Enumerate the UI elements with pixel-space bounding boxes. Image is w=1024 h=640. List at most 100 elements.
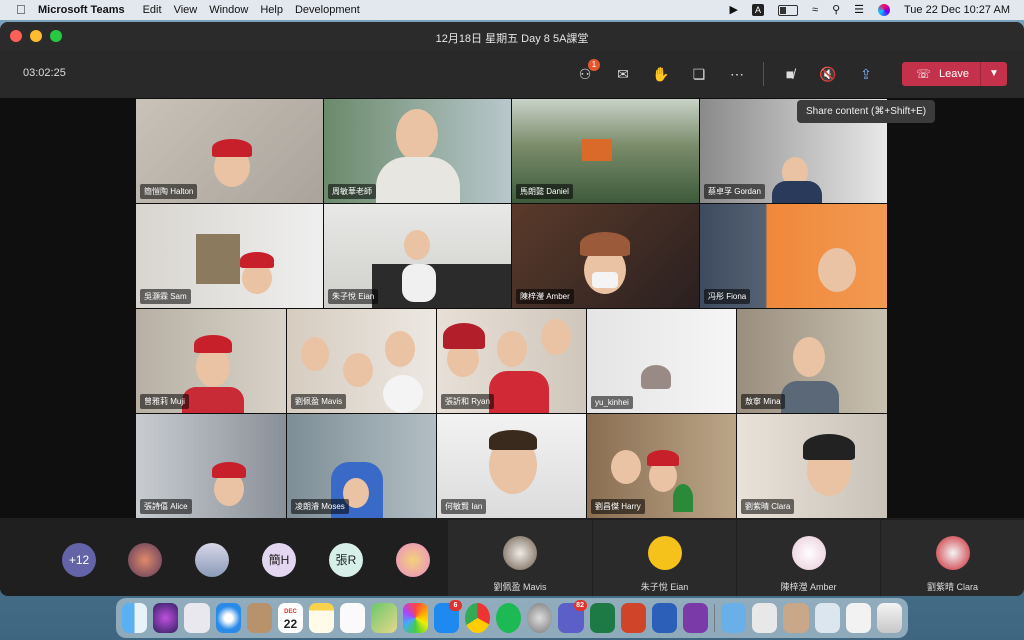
video-tile[interactable]: 張訢和 Ryan [437, 309, 586, 413]
participant-avatar[interactable]: 張R [329, 543, 363, 577]
video-tile[interactable]: 朱子悅 Eian [324, 204, 511, 308]
folder-icon[interactable] [721, 603, 747, 633]
participant-avatar [935, 536, 970, 570]
participants-badge: 1 [588, 59, 600, 71]
participant-name: 劉紫晴 Clara [926, 582, 978, 592]
menu-window[interactable]: Window [209, 4, 248, 16]
video-tile[interactable]: 冯彤 Fiona [700, 204, 887, 308]
photos-icon[interactable] [402, 603, 428, 633]
video-tile[interactable]: 何敏賢 Ian [437, 414, 586, 518]
menubar-clock[interactable]: Tue 22 Dec 10:27 AM [904, 4, 1010, 16]
finder-icon[interactable] [122, 603, 148, 633]
wifi-icon[interactable]: ≈ [812, 3, 818, 17]
system-preferences-icon[interactable] [527, 603, 553, 633]
menu-edit[interactable]: Edit [143, 4, 162, 16]
recent-window-icon[interactable] [814, 603, 840, 633]
participant-strip: +12 簡H 張R 劉佩盈 Mavis 朱子悅 Eian 陳梓瀅 Amber 劉… [0, 520, 1024, 596]
participant-avatar [791, 536, 826, 570]
video-tile[interactable]: 劉昌傑 Harry [587, 414, 736, 518]
camera-off-icon: ■̸ [785, 66, 795, 82]
participant-avatar[interactable]: 簡H [262, 543, 296, 577]
participant-avatar[interactable] [195, 543, 229, 577]
more-actions-button[interactable]: ⋯ [725, 62, 749, 86]
window-titlebar: 12月18日 星期五 Day 8 5A課堂 [0, 22, 1024, 50]
powerpoint-icon[interactable] [620, 603, 646, 633]
participant-name: 凌朗濬 Moses [291, 499, 349, 514]
recent-file-icon[interactable] [845, 603, 871, 633]
pinned-participant[interactable]: 劉佩盈 Mavis [448, 520, 592, 596]
app-store-icon[interactable]: 6 [433, 600, 462, 633]
spotify-icon[interactable] [496, 603, 522, 633]
leave-options-chevron-icon[interactable]: ▼ [980, 62, 1007, 86]
leave-label: Leave [939, 68, 969, 80]
video-tile[interactable]: 敖寧 Mina [737, 309, 887, 413]
apple-icon[interactable]:  [16, 3, 30, 17]
share-content-button[interactable]: ⇪ [854, 62, 878, 86]
calendar-icon[interactable]: DEC 22 [277, 603, 304, 633]
share-tray-icon: ⇪ [860, 66, 872, 82]
video-tile[interactable]: 曾雅莉 Muji [136, 309, 286, 413]
siri-app-icon[interactable] [153, 603, 179, 633]
meeting-controls-bar: 03:02:25 ⚇ 1 ✉ ✋ ❏ ⋯ ■̸ 🔇 ⇪ ☏ Leave ▼ [0, 50, 1024, 98]
mic-toggle-button[interactable]: 🔇 [816, 62, 840, 86]
calendar-month: DEC [284, 609, 297, 615]
recent-image-icon[interactable] [783, 603, 809, 633]
video-tile[interactable]: 張詩僖 Alice [136, 414, 286, 518]
video-tile[interactable]: 陳梓瀅 Amber [512, 204, 699, 308]
input-source-icon[interactable]: A [752, 4, 765, 16]
siri-icon[interactable] [878, 4, 890, 16]
chat-button[interactable]: ✉ [611, 62, 635, 86]
spotlight-search-icon[interactable]: ⚲ [832, 3, 840, 17]
menu-development[interactable]: Development [295, 4, 360, 16]
video-tile[interactable]: 簡愷陶 Halton [136, 99, 323, 203]
teams-icon[interactable]: 82 [558, 600, 587, 633]
camera-toggle-button[interactable]: ■̸ [778, 62, 802, 86]
video-tile[interactable]: 凌朗濬 Moses [287, 414, 436, 518]
overflow-participants-button[interactable]: +12 [62, 543, 96, 577]
trash-icon[interactable] [876, 603, 903, 633]
participant-name: 陳梓瀅 Amber [780, 582, 837, 592]
participant-name: 吳灝霖 Sam [140, 289, 191, 304]
control-center-icon[interactable]: ☰ [854, 3, 864, 17]
reminders-icon[interactable] [340, 603, 366, 633]
participants-button[interactable]: ⚇ 1 [573, 59, 600, 86]
word-icon[interactable] [651, 603, 678, 633]
leave-button[interactable]: ☏ Leave ▼ [902, 62, 1007, 86]
video-tile[interactable]: yu_kinhei [587, 309, 736, 413]
participant-avatar[interactable] [128, 543, 162, 577]
menu-app-name[interactable]: Microsoft Teams [38, 4, 125, 16]
video-tile[interactable]: 劉佩盈 Mavis [287, 309, 436, 413]
pinned-participant[interactable]: 朱子悅 Eian [593, 520, 736, 596]
menu-help[interactable]: Help [260, 4, 283, 16]
participant-name: 曾雅莉 Muji [140, 394, 189, 409]
recent-document-icon[interactable] [752, 603, 778, 633]
onenote-icon[interactable] [683, 603, 709, 633]
participant-avatar [647, 536, 682, 570]
participant-name: 敖寧 Mina [741, 394, 785, 409]
maps-icon[interactable] [371, 603, 397, 633]
menu-view[interactable]: View [174, 4, 198, 16]
participant-name: 劉佩盈 Mavis [493, 582, 547, 592]
media-play-icon[interactable]: ▶ [730, 3, 738, 17]
pinned-participant[interactable]: 劉紫晴 Clara [881, 520, 1024, 596]
launchpad-icon[interactable] [184, 603, 210, 633]
chrome-icon[interactable] [464, 603, 491, 633]
participant-avatar[interactable] [396, 543, 430, 577]
raise-hand-button[interactable]: ✋ [649, 62, 673, 86]
contacts-icon[interactable] [246, 603, 272, 633]
participant-name: 簡愷陶 Halton [140, 184, 198, 199]
dock-separator [714, 604, 716, 632]
video-tile[interactable]: 馬朗懿 Daniel [512, 99, 699, 203]
video-tile[interactable]: 吳灝霖 Sam [136, 204, 323, 308]
safari-icon[interactable] [215, 603, 241, 633]
video-tile[interactable]: 周敏華老師 [324, 99, 511, 203]
excel-icon[interactable] [589, 603, 615, 633]
rooms-button[interactable]: ❏ [687, 62, 711, 86]
notes-icon[interactable] [309, 603, 335, 633]
hand-icon: ✋ [652, 66, 670, 82]
meeting-timer: 03:02:25 [23, 67, 66, 79]
battery-icon[interactable] [778, 4, 799, 16]
pinned-participant[interactable]: 陳梓瀅 Amber [737, 520, 880, 596]
video-tile[interactable]: 劉紫晴 Clara [737, 414, 887, 518]
participant-name: 朱子悅 Eian [328, 289, 379, 304]
